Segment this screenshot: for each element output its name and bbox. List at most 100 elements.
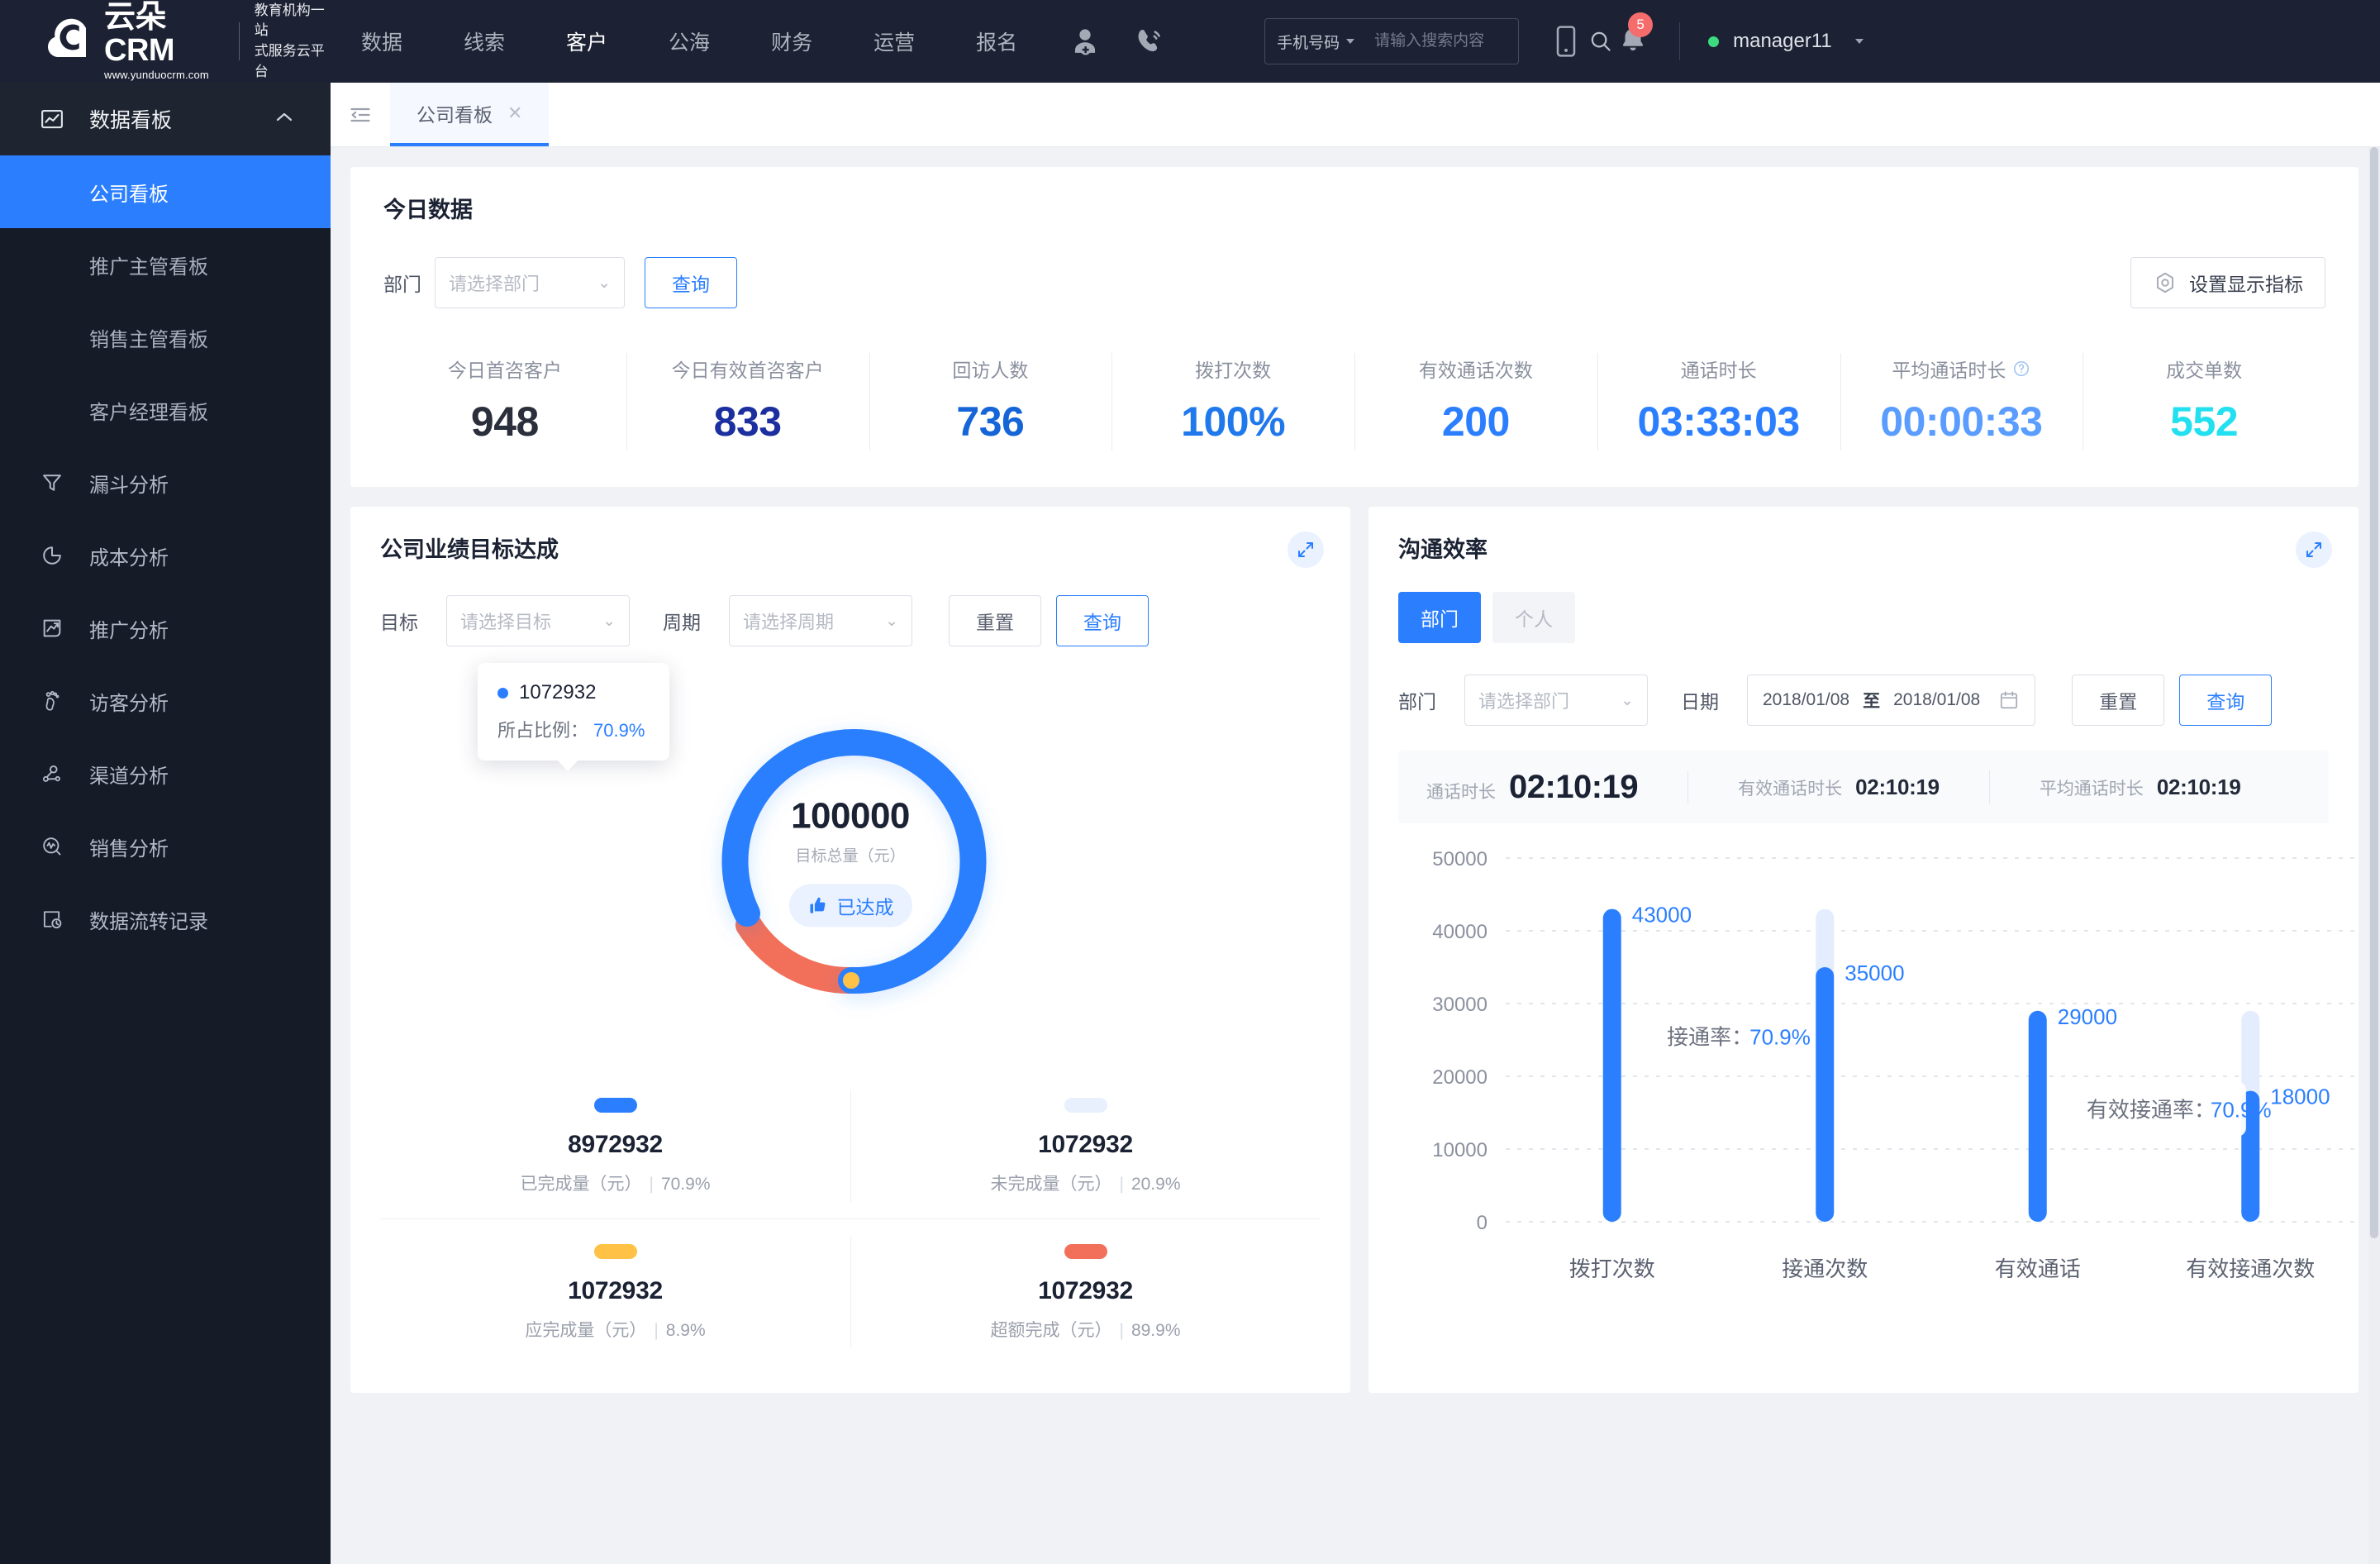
phone-call-icon[interactable] xyxy=(1134,26,1165,57)
top-nav-icons xyxy=(1069,26,1165,57)
page-title: 今日数据 xyxy=(383,198,473,222)
nav-item-finance[interactable]: 财务 xyxy=(740,0,843,83)
brand-logo[interactable]: 云朵CRM www.yunduocrm.com 教育机构一站 式服务云平台 xyxy=(0,1,331,83)
communication-efficiency-panel: 沟通效率 部门 个人 部门 请选择部门 ⌄ 日期 2018/01/08 至 20… xyxy=(1368,507,2359,1393)
svg-text:接通率：: 接通率： xyxy=(1667,1025,1753,1050)
goal-donut-chart: 100000 目标总量（元） 已达成 1072932 所占比例： 70.9% xyxy=(380,655,1321,1068)
date-end-value: 2018/01/08 xyxy=(1893,690,1981,709)
search-type-selector[interactable]: 手机号码 xyxy=(1265,31,1363,53)
svg-text:20000: 20000 xyxy=(1432,1066,1488,1089)
kpi-avg-call-duration: 平均通话时长 00:00:33 xyxy=(1840,346,2083,457)
collapse-menu-icon[interactable] xyxy=(331,83,390,146)
notifications-button[interactable]: 5 xyxy=(1618,12,1654,60)
svg-text:70.9%: 70.9% xyxy=(2211,1098,2272,1123)
add-user-icon[interactable] xyxy=(1069,26,1101,57)
expand-icon[interactable] xyxy=(1288,532,1324,568)
legend-uncompleted: 1072932 未完成量（元） | 20.9% xyxy=(850,1073,1321,1218)
donut-total-label: 目标总量（元） xyxy=(795,847,906,865)
date-separator: 至 xyxy=(1863,692,1881,711)
sidebar-item-label: 渠道分析 xyxy=(89,765,169,788)
thumbs-up-icon xyxy=(809,897,825,913)
sidebar-item-label: 访客分析 xyxy=(89,692,169,715)
tab-company-board[interactable]: 公司看板 ✕ xyxy=(390,83,550,146)
sidebar-item-visitor-analysis[interactable]: 访客分析 xyxy=(0,665,331,737)
legend-pct: 70.9% xyxy=(660,1175,711,1194)
nav-item-data[interactable]: 数据 xyxy=(331,0,433,83)
scrollbar-thumb[interactable] xyxy=(2370,147,2378,1238)
svg-text:有效通话: 有效通话 xyxy=(1995,1256,2081,1281)
sidebar-item-sales-analysis[interactable]: 销售分析 xyxy=(0,810,331,883)
sidebar: 数据看板 公司看板 推广主管看板 销售主管看板 客户经理看板 漏斗分析 成本分析 xyxy=(0,83,331,1564)
divider xyxy=(1988,770,1990,803)
segment-department[interactable]: 部门 xyxy=(1398,592,1481,643)
goal-query-button[interactable]: 查询 xyxy=(1056,595,1149,646)
sidebar-item-channel-analysis[interactable]: 渠道分析 xyxy=(0,737,331,810)
today-query-button[interactable]: 查询 xyxy=(645,257,737,308)
calendar-icon xyxy=(2001,691,2018,709)
comm-department-label: 部门 xyxy=(1398,691,1436,713)
tooltip-value: 1072932 xyxy=(519,681,597,703)
svg-text:40000: 40000 xyxy=(1432,921,1488,943)
department-select[interactable]: 请选择部门 ⌄ xyxy=(435,257,625,308)
legend-desc: 超额完成（元） xyxy=(990,1321,1112,1340)
comm-department-select[interactable]: 请选择部门 ⌄ xyxy=(1464,675,1648,726)
comm-reset-button[interactable]: 重置 xyxy=(2072,675,2165,726)
sidebar-item-account-manager-board[interactable]: 客户经理看板 xyxy=(0,374,331,446)
close-icon[interactable]: ✕ xyxy=(507,103,522,124)
kpi-value: 03:33:03 xyxy=(1637,398,1801,445)
segment-individual[interactable]: 个人 xyxy=(1492,592,1575,643)
goal-filter-row: 目标 请选择目标 ⌄ 周期 请选择周期 ⌄ 重置 查询 xyxy=(380,595,1321,646)
chevron-down-icon: ⌄ xyxy=(597,274,611,292)
nav-item-customers[interactable]: 客户 xyxy=(536,0,638,83)
legend-row: 1072932 应完成量（元） | 8.9% 1072932 超额完成（元） | 89.… xyxy=(380,1218,1321,1365)
legend-pct: 89.9% xyxy=(1130,1321,1181,1340)
sidebar-group-dashboard[interactable]: 数据看板 xyxy=(0,83,331,155)
comm-panel-title: 沟通效率 xyxy=(1398,537,1488,562)
svg-text:有效接通率：: 有效接通率： xyxy=(2087,1098,2216,1123)
user-name: manager11 xyxy=(1733,30,1832,52)
gear-hex-icon xyxy=(2157,272,2174,293)
tab-bar: 公司看板 ✕ xyxy=(331,83,2380,147)
vertical-scrollbar[interactable] xyxy=(2368,147,2380,1564)
legend-color-swatch xyxy=(593,1244,637,1259)
kpi-label: 平均通话时长 xyxy=(1892,360,2006,381)
donut-center-info: 100000 目标总量（元） 已达成 xyxy=(726,796,974,927)
legend-should-complete: 1072932 应完成量（元） | 8.9% xyxy=(380,1219,850,1365)
help-circle-icon[interactable] xyxy=(2012,360,2030,378)
goal-select[interactable]: 请选择目标 ⌄ xyxy=(446,595,630,646)
svg-text:18000: 18000 xyxy=(2270,1085,2330,1109)
nav-item-public-pool[interactable]: 公海 xyxy=(638,0,740,83)
sidebar-item-promotion-manager-board[interactable]: 推广主管看板 xyxy=(0,228,331,301)
settings-indicators-button[interactable]: 设置显示指标 xyxy=(2130,257,2325,308)
date-range-picker[interactable]: 2018/01/08 至 2018/01/08 xyxy=(1747,675,2036,726)
nav-item-leads[interactable]: 线索 xyxy=(433,0,536,83)
comm-query-button[interactable]: 查询 xyxy=(2179,675,2273,726)
sidebar-item-data-flow-records[interactable]: 数据流转记录 xyxy=(0,883,331,956)
sidebar-item-cost-analysis[interactable]: 成本分析 xyxy=(0,519,331,592)
user-menu[interactable]: manager11 xyxy=(1708,30,1864,53)
sidebar-item-sales-manager-board[interactable]: 销售主管看板 xyxy=(0,301,331,374)
nav-item-enrollment[interactable]: 报名 xyxy=(945,0,1048,83)
duration-total: 通话时长 02:10:19 xyxy=(1426,769,1639,806)
main-area: 公司看板 ✕ 今日数据 部门 请选择部门 ⌄ 查询 设置显示指标 今日首咨客户 … xyxy=(331,83,2380,1564)
period-select[interactable]: 请选择周期 ⌄ xyxy=(729,595,912,646)
footprint-icon xyxy=(36,689,68,713)
goal-reset-button[interactable]: 重置 xyxy=(949,595,1041,646)
nav-item-operations[interactable]: 运营 xyxy=(843,0,945,83)
legend-over-complete: 1072932 超额完成（元） | 89.9% xyxy=(850,1219,1321,1365)
pie-chart-icon xyxy=(36,544,68,567)
sidebar-item-company-board[interactable]: 公司看板 xyxy=(0,155,331,228)
sidebar-group-label: 数据看板 xyxy=(89,109,173,132)
brand-url: www.yunduocrm.com xyxy=(104,68,209,81)
search-input[interactable] xyxy=(1363,32,1578,50)
donut-total-value: 100000 xyxy=(791,795,910,837)
sidebar-item-funnel-analysis[interactable]: 漏斗分析 xyxy=(0,446,331,519)
legend-pct: 20.9% xyxy=(1130,1175,1181,1194)
expand-icon[interactable] xyxy=(2296,532,2332,568)
svg-text:有效接通次数: 有效接通次数 xyxy=(2186,1256,2315,1281)
mobile-device-icon[interactable] xyxy=(1552,25,1580,58)
sidebar-item-promotion-analysis[interactable]: 推广分析 xyxy=(0,592,331,665)
kpi-label: 今日首咨客户 xyxy=(447,360,562,381)
kpi-label: 成交单数 xyxy=(2166,360,2243,381)
tab-label: 公司看板 xyxy=(416,103,493,126)
